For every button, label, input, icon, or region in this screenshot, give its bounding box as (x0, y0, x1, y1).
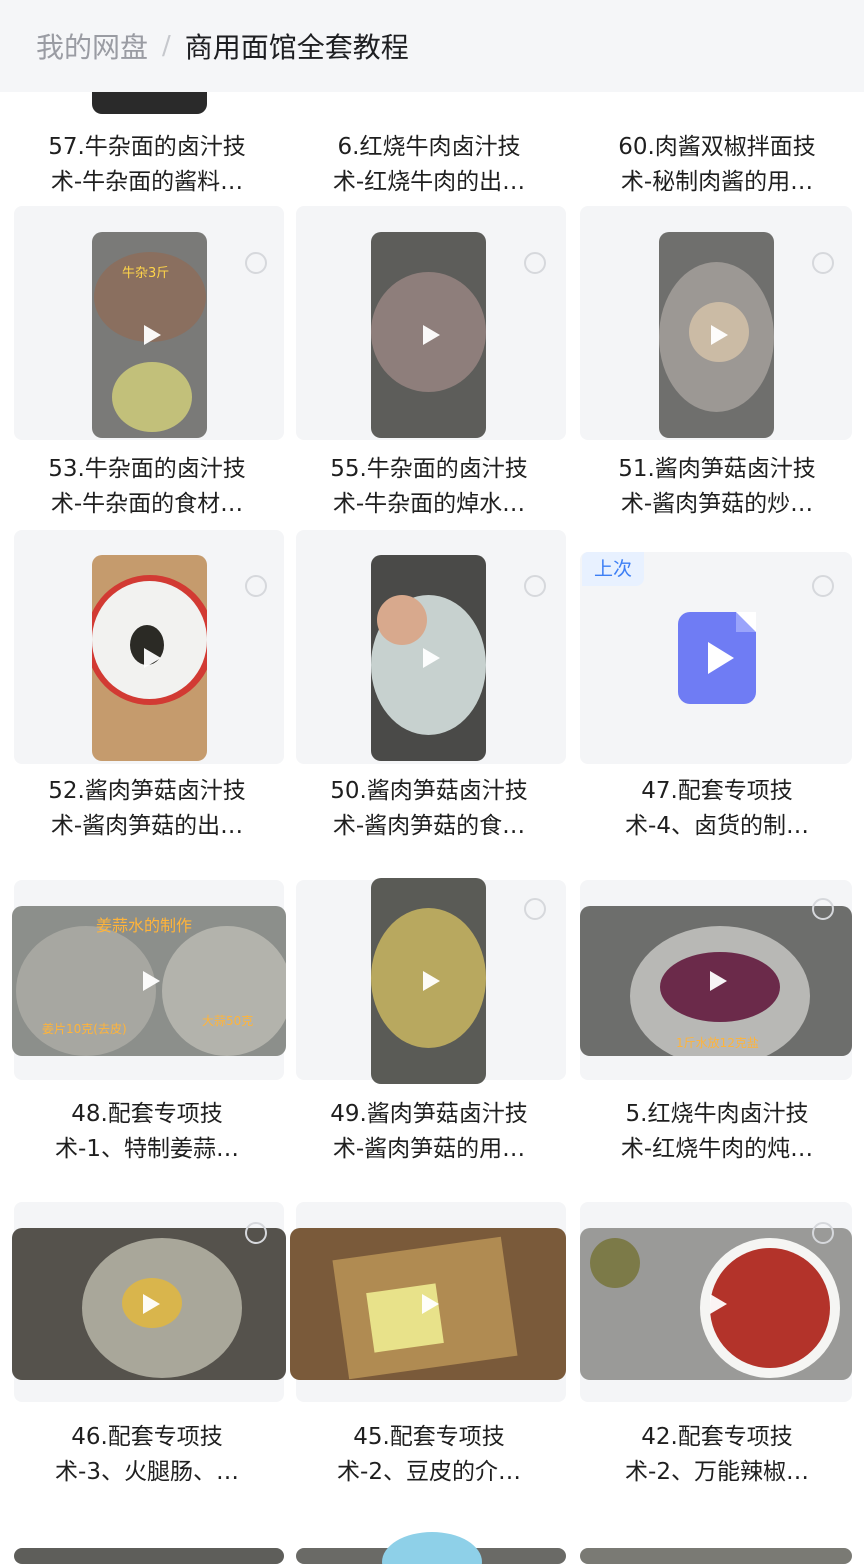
item-title: 60.肉酱双椒拌面技 术-秘制肉酱的用… (618, 134, 816, 195)
item-title: 5.红烧牛肉卤汁技 术-红烧牛肉的炖… (620, 1101, 814, 1162)
thumbnail-caption: 大蒜50克 (202, 1014, 254, 1028)
breadcrumb-root[interactable]: 我的网盘 (36, 26, 148, 66)
breadcrumb: 我的网盘 / 商用面馆全套教程 (0, 0, 864, 92)
video-thumbnail (92, 92, 207, 114)
item-title: 53.牛杂面的卤汁技 术-牛杂面的食材… (48, 456, 246, 517)
breadcrumb-separator: / (162, 31, 171, 61)
select-circle-icon[interactable] (812, 898, 834, 920)
item-title: 45.配套专项技 术-2、豆皮的介… (337, 1424, 521, 1485)
select-circle-icon[interactable] (524, 575, 546, 597)
select-circle-icon[interactable] (245, 1222, 267, 1244)
item-title: 42.配套专项技 术-2、万能辣椒… (625, 1424, 809, 1485)
video-thumbnail: 牛杂3斤 (92, 232, 207, 438)
select-circle-icon[interactable] (524, 898, 546, 920)
play-icon (134, 1289, 164, 1319)
video-thumbnail: 姜蒜水的制作 姜片10克(去皮) 大蒜50克 (12, 906, 286, 1056)
item-title: 57.牛杂面的卤汁技 术-牛杂面的酱料… (48, 134, 246, 195)
play-icon (413, 1289, 443, 1319)
play-icon (701, 966, 731, 996)
play-icon (414, 320, 444, 350)
play-icon (135, 643, 165, 673)
video-thumbnail (290, 1228, 566, 1380)
thumbnail-tile[interactable] (14, 1548, 284, 1564)
select-circle-icon[interactable] (812, 575, 834, 597)
thumbnail-tile[interactable] (580, 1548, 852, 1564)
item-title: 55.牛杂面的卤汁技 术-牛杂面的焯水… (330, 456, 528, 517)
play-icon (134, 966, 164, 996)
select-circle-icon[interactable] (245, 575, 267, 597)
item-title: 48.配套专项技 术-1、特制姜蒜… (55, 1101, 239, 1162)
select-circle-icon[interactable] (812, 1222, 834, 1244)
item-title: 52.酱肉笋菇卤汁技 术-酱肉笋菇的出… (48, 778, 246, 839)
select-circle-icon[interactable] (812, 252, 834, 274)
video-thumbnail (371, 878, 486, 1084)
video-thumbnail (659, 232, 774, 438)
item-title: 51.酱肉笋菇卤汁技 术-酱肉笋菇的炒… (618, 456, 816, 517)
play-icon (414, 966, 444, 996)
last-viewed-badge: 上次 (582, 552, 644, 586)
thumbnail-caption: 牛杂3斤 (122, 266, 170, 281)
item-title: 47.配套专项技 术-4、卤货的制… (625, 778, 809, 839)
video-thumbnail (371, 555, 486, 761)
play-icon (414, 643, 444, 673)
play-icon (135, 320, 165, 350)
video-thumbnail (92, 555, 207, 761)
item-title: 46.配套专项技 术-3、火腿肠、… (55, 1424, 239, 1485)
video-thumbnail (580, 1228, 852, 1380)
play-icon (701, 1289, 731, 1319)
thumbnail-caption: 姜蒜水的制作 (96, 916, 193, 935)
select-circle-icon[interactable] (245, 252, 267, 274)
video-thumbnail (371, 232, 486, 438)
video-thumbnail: 1斤水放12克盐 (580, 906, 852, 1056)
thumbnail-caption: 1斤水放12克盐 (676, 1036, 759, 1050)
breadcrumb-current: 商用面馆全套教程 (184, 31, 409, 64)
item-title: 49.酱肉笋菇卤汁技 术-酱肉笋菇的用… (330, 1101, 528, 1162)
item-title: 6.红烧牛肉卤汁技 术-红烧牛肉的出… (332, 134, 526, 195)
select-circle-icon[interactable] (524, 252, 546, 274)
video-file-icon (678, 612, 756, 704)
thumbnail-caption: 姜片10克(去皮) (42, 1022, 127, 1036)
item-title: 50.酱肉笋菇卤汁技 术-酱肉笋菇的食… (330, 778, 528, 839)
video-thumbnail (12, 1228, 286, 1380)
play-icon (702, 320, 732, 350)
